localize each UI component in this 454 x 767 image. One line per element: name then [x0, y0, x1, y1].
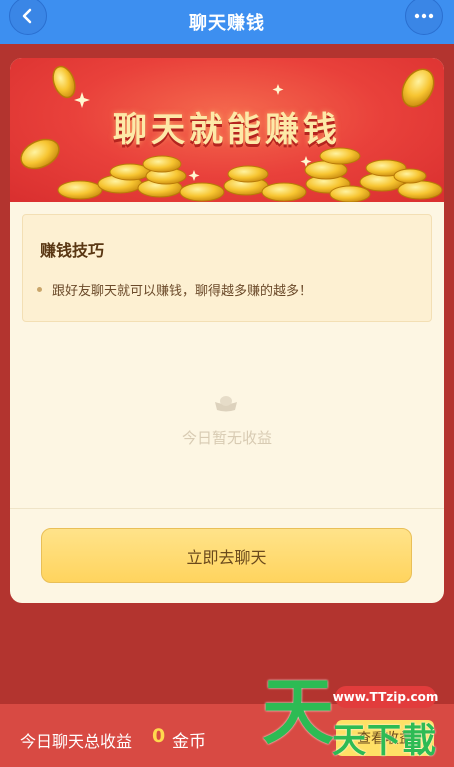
more-button[interactable] — [405, 0, 443, 35]
divider — [10, 508, 444, 509]
watermark-url: www.TTzip.com — [333, 686, 438, 708]
tips-title: 赚钱技巧 — [40, 241, 105, 260]
watermark-logo: 天 — [262, 670, 335, 754]
ingot-icon — [215, 396, 237, 412]
earnings-amount: 0 — [152, 725, 166, 747]
earnings-card: 聊天就能赚钱 赚钱技巧 跟好友聊天就可以赚钱，聊得越多赚的越多！ 今日暂无收益 … — [10, 58, 444, 603]
back-button[interactable] — [9, 0, 47, 35]
earnings-unit: 金币 — [172, 732, 206, 752]
tips-list-item: 跟好友聊天就可以赚钱，聊得越多赚的越多！ — [37, 280, 312, 299]
tip-text: 跟好友聊天就可以赚钱，聊得越多赚的越多！ — [52, 284, 313, 299]
go-chat-button[interactable]: 立即去聊天 — [41, 528, 412, 583]
banner-title: 聊天就能赚钱 — [113, 110, 341, 150]
top-nav-bar: 聊天赚钱 — [0, 0, 454, 44]
tips-panel: 赚钱技巧 跟好友聊天就可以赚钱，聊得越多赚的越多！ — [22, 214, 432, 322]
more-dots-icon — [414, 13, 434, 19]
total-earnings-label: 今日聊天总收益 — [20, 732, 133, 751]
bullet-icon — [37, 287, 42, 292]
watermark-text: 天下載 — [332, 721, 437, 761]
empty-state-text: 今日暂无收益 — [181, 429, 272, 447]
chevron-left-icon — [22, 8, 32, 24]
banner: 聊天就能赚钱 — [10, 58, 444, 202]
page-title: 聊天赚钱 — [189, 13, 265, 34]
